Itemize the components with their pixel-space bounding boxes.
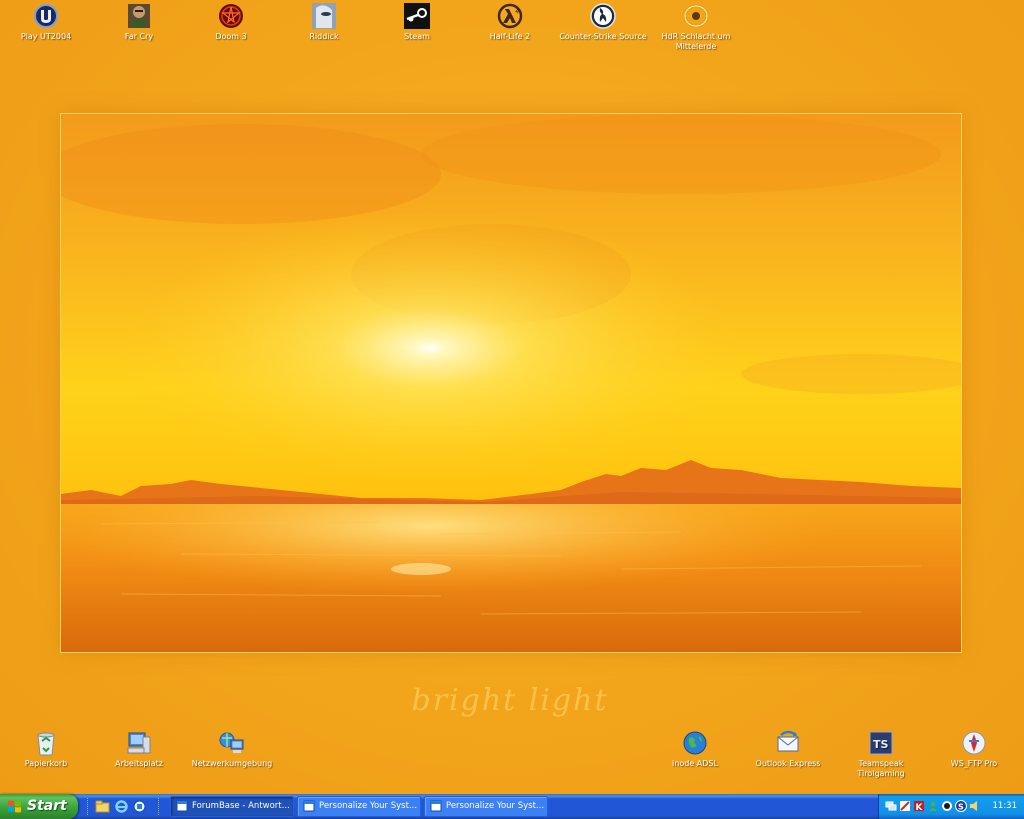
taskbar-button-label: ForumBase - Antwort...	[192, 801, 290, 811]
windows-logo-icon	[8, 800, 21, 813]
svg-text:TS: TS	[873, 738, 889, 751]
ftp-icon	[960, 729, 988, 757]
recycle-bin-icon	[32, 729, 60, 757]
globe-icon	[681, 729, 709, 757]
far-cry-icon	[125, 2, 153, 30]
desktop-icon-label: Play UT2004	[20, 32, 72, 41]
quick-launch-separator	[158, 798, 162, 815]
antivirus-tray-icon[interactable]: K	[913, 800, 925, 812]
steam-icon	[403, 2, 431, 30]
desktop: Play UT2004 Far Cry Doom 3 Riddick Steam…	[0, 0, 1024, 794]
svg-text:2: 2	[515, 7, 519, 14]
window-icon	[176, 800, 188, 812]
messenger-tray-icon[interactable]	[927, 800, 939, 812]
taskbar-button[interactable]: ForumBase - Antwort...	[170, 796, 294, 817]
desktop-icon-recycle-bin[interactable]: Papierkorb	[0, 729, 92, 769]
desktop-icon-label: Half-Life 2	[489, 32, 531, 41]
desktop-icon-counter-strike[interactable]: Counter-Strike Source	[557, 2, 649, 42]
desktop-icon-label: HdR Schlacht um Mittelerde	[661, 32, 731, 51]
desktop-icon-hdr[interactable]: HdR Schlacht um Mittelerde	[650, 2, 742, 52]
desktop-icon-steam[interactable]: Steam	[371, 2, 463, 42]
unreal-icon	[32, 2, 60, 30]
half-life-icon: 2	[496, 2, 524, 30]
desktop-icon-label: Counter-Strike Source	[559, 32, 647, 41]
show-desktop-icon[interactable]	[132, 799, 147, 814]
desktop-icon-half-life-2[interactable]: 2 Half-Life 2	[464, 2, 556, 42]
window-icon	[430, 800, 442, 812]
explorer-icon[interactable]	[95, 799, 110, 814]
desktop-icon-label: Outlook Express	[755, 759, 821, 768]
my-computer-icon	[125, 729, 153, 757]
start-label: Start	[27, 798, 67, 814]
desktop-icon-riddick[interactable]: Riddick	[278, 2, 370, 42]
desktop-icon-label: WS_FTP Pro	[950, 759, 998, 768]
volume-tray-icon[interactable]	[969, 800, 981, 812]
riddick-icon	[310, 2, 338, 30]
skype-tray-icon[interactable]: S	[955, 800, 967, 812]
desktop-icon-ws-ftp[interactable]: WS_FTP Pro	[928, 729, 1020, 769]
desktop-icon-ut2004[interactable]: Play UT2004	[0, 2, 92, 42]
desktop-icon-label: Arbeitsplatz	[115, 759, 163, 768]
ring-icon	[682, 2, 710, 30]
desktop-icon-my-computer[interactable]: Arbeitsplatz	[93, 729, 185, 769]
desktop-icon-label: inode ADSL	[672, 759, 718, 768]
desktop-icon-network[interactable]: Netzwerkumgebung	[186, 729, 278, 769]
desktop-icon-outlook-express[interactable]: Outlook Express	[742, 729, 834, 769]
wallpaper-title: bright light	[411, 683, 609, 718]
taskbar-button-label: Personalize Your Syst...	[446, 801, 544, 811]
desktop-icon-inode-adsl[interactable]: inode ADSL	[649, 729, 741, 769]
network-icon	[218, 729, 246, 757]
svg-text:S: S	[958, 803, 964, 812]
start-button[interactable]: Start	[0, 794, 78, 819]
network-tray-icon[interactable]	[885, 800, 897, 812]
desktop-icon-label: Steam	[404, 32, 430, 41]
system-tray: K S 11:31	[878, 794, 1024, 819]
svg-text:K: K	[916, 803, 924, 812]
desktop-icon-label: Papierkorb	[24, 759, 68, 768]
desktop-icon-label: Teamspeak Tirolgaming	[857, 759, 905, 778]
desktop-icon-label: Riddick	[309, 32, 339, 41]
taskbar-button[interactable]: Personalize Your Syst...	[297, 796, 421, 817]
teamspeak-icon: TS	[867, 729, 895, 757]
desktop-icon-label: Doom 3	[215, 32, 247, 41]
taskbar: Start ForumBase - Antwort... Personalize…	[0, 794, 1024, 819]
desktop-icon-teamspeak[interactable]: TS Teamspeak Tirolgaming	[835, 729, 927, 779]
counter-strike-icon	[589, 2, 617, 30]
desktop-icon-far-cry[interactable]: Far Cry	[93, 2, 185, 42]
desktop-icon-doom3[interactable]: Doom 3	[185, 2, 277, 42]
quick-launch-separator	[87, 798, 91, 815]
doom3-icon	[217, 2, 245, 30]
outlook-express-icon	[774, 729, 802, 757]
security-tray-icon[interactable]	[941, 800, 953, 812]
clock[interactable]: 11:31	[993, 794, 1018, 819]
taskbar-button[interactable]: Personalize Your Syst...	[424, 796, 548, 817]
window-icon	[303, 800, 315, 812]
internet-explorer-icon[interactable]	[114, 799, 129, 814]
wallpaper-photo	[60, 113, 962, 653]
firewall-tray-icon[interactable]	[899, 800, 911, 812]
desktop-icon-label: Far Cry	[124, 32, 154, 41]
desktop-icon-label: Netzwerkumgebung	[191, 759, 273, 768]
taskbar-button-label: Personalize Your Syst...	[319, 801, 417, 811]
